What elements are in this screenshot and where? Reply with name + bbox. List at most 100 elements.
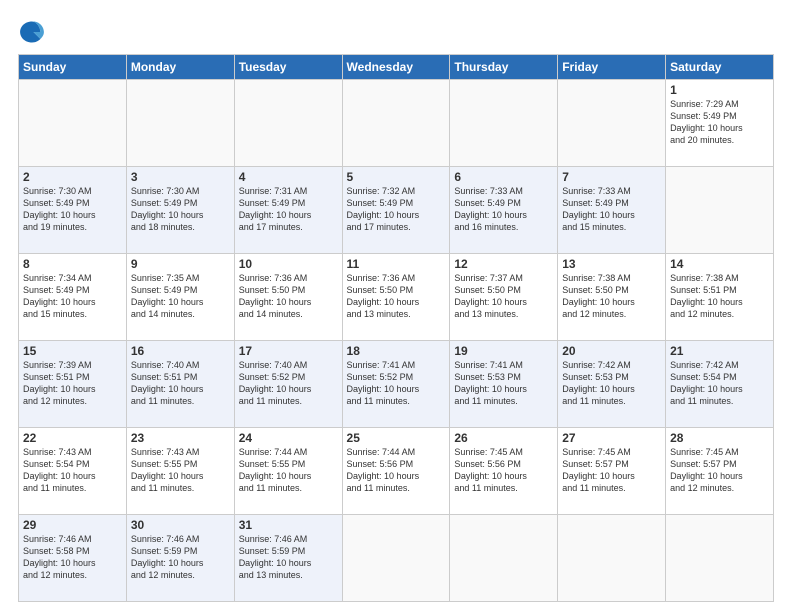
cell-content: Sunrise: 7:45 AMSunset: 5:56 PMDaylight:… (454, 447, 527, 493)
col-header-thursday: Thursday (450, 55, 558, 80)
day-number: 27 (562, 431, 661, 445)
day-number: 2 (23, 170, 122, 184)
day-number: 18 (347, 344, 446, 358)
cell-content: Sunrise: 7:41 AMSunset: 5:52 PMDaylight:… (347, 360, 420, 406)
cell-content: Sunrise: 7:46 AMSunset: 5:58 PMDaylight:… (23, 534, 96, 580)
cell-content: Sunrise: 7:30 AMSunset: 5:49 PMDaylight:… (131, 186, 204, 232)
day-number: 5 (347, 170, 446, 184)
day-number: 29 (23, 518, 122, 532)
empty-cell (450, 80, 558, 167)
calendar-row: 2 Sunrise: 7:30 AMSunset: 5:49 PMDaylight… (19, 167, 774, 254)
calendar-cell: 29 Sunrise: 7:46 AMSunset: 5:58 PMDayligh… (19, 515, 127, 602)
cell-content: Sunrise: 7:44 AMSunset: 5:56 PMDaylight:… (347, 447, 420, 493)
day-number: 23 (131, 431, 230, 445)
day-number: 31 (239, 518, 338, 532)
calendar-cell: 9Sunrise: 7:35 AMSunset: 5:49 PMDaylight… (126, 254, 234, 341)
calendar-cell: 22Sunrise: 7:43 AMSunset: 5:54 PMDayligh… (19, 428, 127, 515)
day-number: 17 (239, 344, 338, 358)
day-number: 21 (670, 344, 769, 358)
day-number: 30 (131, 518, 230, 532)
col-header-saturday: Saturday (666, 55, 774, 80)
calendar-cell: 11 Sunrise: 7:36 AMSunset: 5:50 PMDayligh… (342, 254, 450, 341)
calendar-cell (666, 167, 774, 254)
calendar-cell: 26 Sunrise: 7:45 AMSunset: 5:56 PMDayligh… (450, 428, 558, 515)
calendar-cell: 5 Sunrise: 7:32 AMSunset: 5:49 PMDaylight… (342, 167, 450, 254)
day-number: 22 (23, 431, 122, 445)
cell-content: Sunrise: 7:38 AMSunset: 5:50 PMDaylight:… (562, 273, 635, 319)
calendar-row: 29 Sunrise: 7:46 AMSunset: 5:58 PMDayligh… (19, 515, 774, 602)
col-header-sunday: Sunday (19, 55, 127, 80)
header-row: SundayMondayTuesdayWednesdayThursdayFrid… (19, 55, 774, 80)
cell-content: Sunrise: 7:45 AMSunset: 5:57 PMDaylight:… (670, 447, 743, 493)
logo-icon (18, 18, 46, 46)
empty-cell (126, 80, 234, 167)
calendar-cell: 16 Sunrise: 7:40 AMSunset: 5:51 PMDayligh… (126, 341, 234, 428)
day-number: 16 (131, 344, 230, 358)
day-number: 13 (562, 257, 661, 271)
calendar-cell (558, 515, 666, 602)
empty-cell (19, 80, 127, 167)
calendar-cell: 20 Sunrise: 7:42 AMSunset: 5:53 PMDayligh… (558, 341, 666, 428)
cell-content: Sunrise: 7:34 AMSunset: 5:49 PMDaylight:… (23, 273, 96, 319)
calendar-cell: 3Sunrise: 7:30 AMSunset: 5:49 PMDaylight… (126, 167, 234, 254)
day-number: 6 (454, 170, 553, 184)
day-number: 11 (347, 257, 446, 271)
cell-content: Sunrise: 7:46 AMSunset: 5:59 PMDaylight:… (239, 534, 312, 580)
calendar-cell: 12Sunrise: 7:37 AMSunset: 5:50 PMDayligh… (450, 254, 558, 341)
day-number: 7 (562, 170, 661, 184)
calendar-cell: 21Sunrise: 7:42 AMSunset: 5:54 PMDayligh… (666, 341, 774, 428)
cell-content: Sunrise: 7:40 AMSunset: 5:51 PMDaylight:… (131, 360, 204, 406)
cell-content: Sunrise: 7:45 AMSunset: 5:57 PMDaylight:… (562, 447, 635, 493)
calendar-cell: 24 Sunrise: 7:44 AMSunset: 5:55 PMDayligh… (234, 428, 342, 515)
header (18, 18, 774, 46)
col-header-tuesday: Tuesday (234, 55, 342, 80)
calendar-cell (342, 515, 450, 602)
empty-cell (342, 80, 450, 167)
cell-content: Sunrise: 7:29 AMSunset: 5:49 PMDaylight:… (670, 99, 743, 145)
cell-content: Sunrise: 7:31 AMSunset: 5:49 PMDaylight:… (239, 186, 312, 232)
cell-content: Sunrise: 7:33 AMSunset: 5:49 PMDaylight:… (454, 186, 527, 232)
day-number: 10 (239, 257, 338, 271)
calendar-cell (450, 515, 558, 602)
day-number: 24 (239, 431, 338, 445)
calendar-cell (666, 515, 774, 602)
col-header-wednesday: Wednesday (342, 55, 450, 80)
day-number: 4 (239, 170, 338, 184)
empty-cell (234, 80, 342, 167)
day-number: 20 (562, 344, 661, 358)
cell-content: Sunrise: 7:32 AMSunset: 5:49 PMDaylight:… (347, 186, 420, 232)
calendar-cell: 17Sunrise: 7:40 AMSunset: 5:52 PMDayligh… (234, 341, 342, 428)
calendar-cell: 6 Sunrise: 7:33 AMSunset: 5:49 PMDaylight… (450, 167, 558, 254)
cell-content: Sunrise: 7:39 AMSunset: 5:51 PMDaylight:… (23, 360, 96, 406)
calendar-cell: 23 Sunrise: 7:43 AMSunset: 5:55 PMDayligh… (126, 428, 234, 515)
calendar-row: 22Sunrise: 7:43 AMSunset: 5:54 PMDayligh… (19, 428, 774, 515)
calendar-row: 15 Sunrise: 7:39 AMSunset: 5:51 PMDayligh… (19, 341, 774, 428)
cell-content: Sunrise: 7:36 AMSunset: 5:50 PMDaylight:… (239, 273, 312, 319)
calendar-row: 1Sunrise: 7:29 AMSunset: 5:49 PMDaylight… (19, 80, 774, 167)
calendar-cell: 28Sunrise: 7:45 AMSunset: 5:57 PMDayligh… (666, 428, 774, 515)
calendar-cell: 2Sunrise: 7:30 AMSunset: 5:49 PMDaylight… (19, 167, 127, 254)
calendar-cell: 7Sunrise: 7:33 AMSunset: 5:49 PMDaylight… (558, 167, 666, 254)
day-number: 26 (454, 431, 553, 445)
day-number: 14 (670, 257, 769, 271)
day-number: 12 (454, 257, 553, 271)
calendar-cell: 18 Sunrise: 7:41 AMSunset: 5:52 PMDayligh… (342, 341, 450, 428)
calendar-cell: 1Sunrise: 7:29 AMSunset: 5:49 PMDaylight… (666, 80, 774, 167)
logo (18, 18, 48, 46)
calendar-cell: 4 Sunrise: 7:31 AMSunset: 5:49 PMDaylight… (234, 167, 342, 254)
calendar-cell: 31 Sunrise: 7:46 AMSunset: 5:59 PMDayligh… (234, 515, 342, 602)
cell-content: Sunrise: 7:38 AMSunset: 5:51 PMDaylight:… (670, 273, 743, 319)
cell-content: Sunrise: 7:43 AMSunset: 5:55 PMDaylight:… (131, 447, 204, 493)
day-number: 25 (347, 431, 446, 445)
calendar-cell: 14 Sunrise: 7:38 AMSunset: 5:51 PMDayligh… (666, 254, 774, 341)
page: SundayMondayTuesdayWednesdayThursdayFrid… (0, 0, 792, 612)
cell-content: Sunrise: 7:36 AMSunset: 5:50 PMDaylight:… (347, 273, 420, 319)
day-number: 8 (23, 257, 122, 271)
calendar-cell: 15 Sunrise: 7:39 AMSunset: 5:51 PMDayligh… (19, 341, 127, 428)
day-number: 15 (23, 344, 122, 358)
col-header-monday: Monday (126, 55, 234, 80)
calendar-cell: 19Sunrise: 7:41 AMSunset: 5:53 PMDayligh… (450, 341, 558, 428)
calendar-cell: 8 Sunrise: 7:34 AMSunset: 5:49 PMDaylight… (19, 254, 127, 341)
cell-content: Sunrise: 7:44 AMSunset: 5:55 PMDaylight:… (239, 447, 312, 493)
cell-content: Sunrise: 7:42 AMSunset: 5:53 PMDaylight:… (562, 360, 635, 406)
